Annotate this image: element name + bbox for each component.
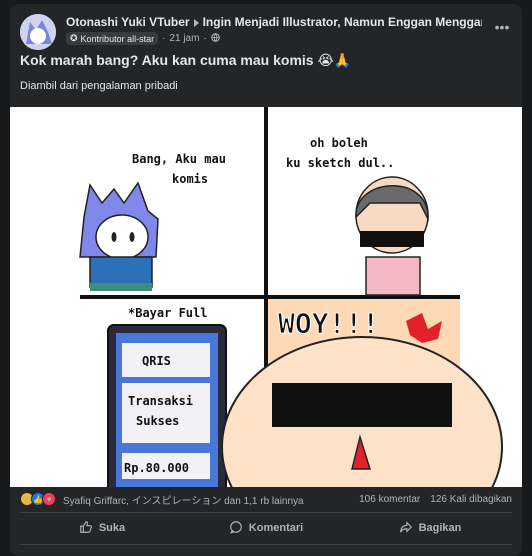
love-react-icon: ♥: [42, 492, 56, 506]
sketch-artist-character: [355, 176, 429, 296]
post-header: Otonashi Yuki VTuber Ingin Menjadi Illust…: [20, 14, 512, 50]
panel2-text-2: ku sketch dul..: [286, 156, 394, 170]
like-icon: [79, 520, 93, 537]
comic-image[interactable]: Bang, Aku mau komis oh boleh ku sketch d…: [10, 107, 522, 487]
divider: [20, 512, 512, 513]
divider: [20, 544, 512, 545]
panel2-text-1: oh boleh: [310, 136, 368, 150]
author-line: Otonashi Yuki VTuber Ingin Menjadi Illust…: [66, 15, 482, 29]
avatar[interactable]: [20, 14, 56, 50]
share-button[interactable]: Bagikan: [348, 514, 512, 542]
star-badge-icon: ✪: [70, 33, 78, 43]
like-label: Suka: [98, 522, 126, 534]
panel4-text: WOY!!!: [278, 307, 379, 340]
badge-label: Kontributor all-star: [80, 33, 155, 44]
reactors-text[interactable]: Syafiq Griffarc, インスピレーション dan 1,1 rb la…: [63, 492, 304, 507]
post-time[interactable]: 21 jam: [169, 33, 199, 44]
amount-text: Rp.80.000: [124, 461, 189, 475]
post-card: Otonashi Yuki VTuber Ingin Menjadi Illust…: [10, 4, 522, 556]
dot-separator: ·: [162, 33, 166, 44]
post-description: Diambil dari pengalaman pribadi: [20, 80, 178, 92]
more-icon[interactable]: •••: [492, 20, 512, 40]
author-name[interactable]: Otonashi Yuki VTuber: [66, 15, 190, 29]
arrow-right-icon: [193, 18, 199, 27]
meta-line: ✪ Kontributor all-star · 21 jam ·: [66, 32, 482, 45]
share-label: Bagikan: [418, 522, 462, 534]
comment-count[interactable]: 106 komentar: [359, 494, 420, 505]
share-count[interactable]: 126 Kali dibagikan: [430, 494, 512, 505]
comment-label: Komentari: [248, 522, 304, 534]
action-bar: Suka Komentari Bagikan: [20, 514, 512, 542]
panel1-text-2: komis: [172, 172, 208, 186]
globe-icon: [210, 32, 220, 45]
comment-button[interactable]: Komentari: [184, 514, 348, 542]
group-name[interactable]: Ingin Menjadi Illustrator, Namun Enggan …: [203, 15, 482, 29]
reaction-icons[interactable]: 😆 👍 ♥: [20, 492, 56, 506]
comment-icon: [229, 520, 243, 537]
share-icon: [399, 520, 413, 537]
contributor-badge[interactable]: ✪ Kontributor all-star: [66, 32, 159, 45]
transaksi-text-2: Sukses: [136, 414, 179, 428]
header-text: Otonashi Yuki VTuber Ingin Menjadi Illust…: [66, 15, 482, 45]
reaction-stats: 😆 👍 ♥ Syafiq Griffarc, インスピレーション dan 1,1…: [20, 490, 512, 508]
qris-label: QRIS: [142, 354, 171, 368]
panel3-text: *Bayar Full: [128, 306, 207, 320]
transaksi-text-1: Transaksi: [128, 394, 193, 408]
dot-separator: ·: [203, 33, 207, 44]
panel1-text-1: Bang, Aku mau: [132, 152, 226, 166]
post-title: Kok marah bang? Aku kan cuma mau komis 😭…: [20, 52, 352, 68]
like-button[interactable]: Suka: [20, 514, 184, 542]
